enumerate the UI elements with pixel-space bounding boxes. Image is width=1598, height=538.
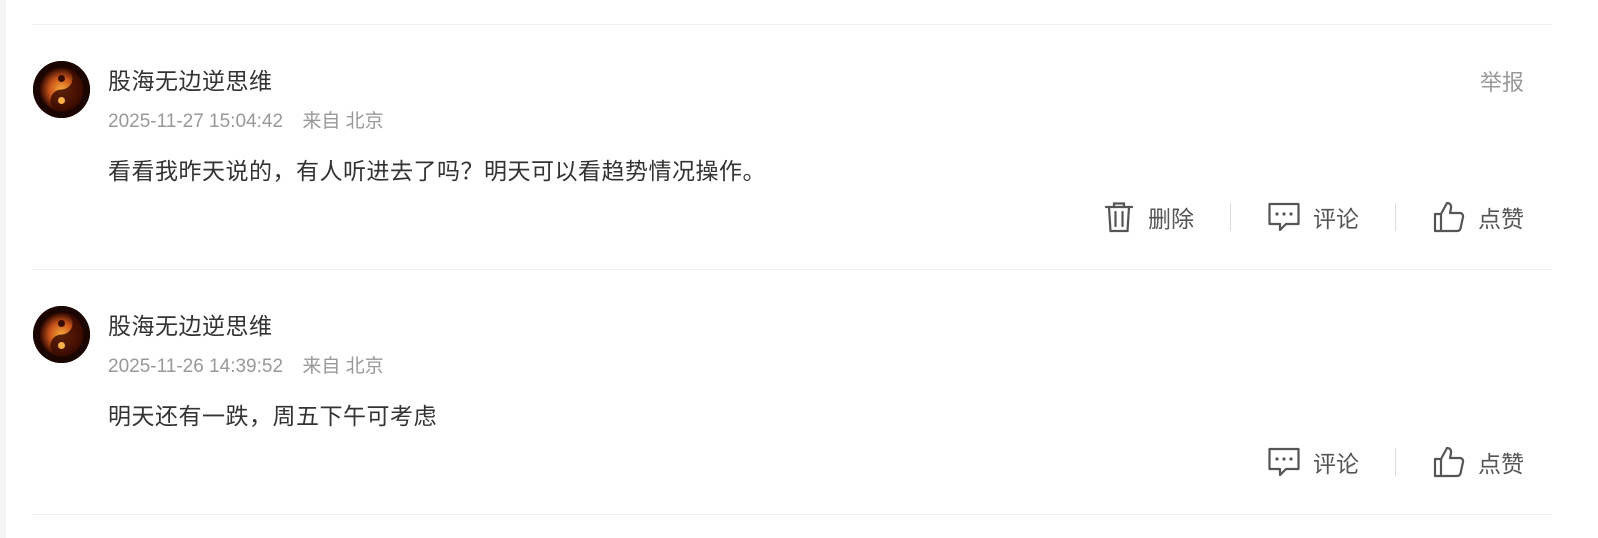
divider xyxy=(32,514,1552,515)
comment-bubble-icon xyxy=(1267,445,1301,479)
report-link[interactable]: 举报 xyxy=(1480,65,1524,97)
like-button[interactable]: 点赞 xyxy=(1432,445,1524,479)
comment-text: 明天还有一跌，周五下午可考虑 xyxy=(108,404,437,430)
reply-label: 评论 xyxy=(1313,207,1359,233)
delete-button[interactable]: 删除 xyxy=(1102,200,1194,234)
thumbs-up-icon xyxy=(1432,200,1466,234)
comment-meta: 2025-11-26 14:39:52 来自 北京 xyxy=(108,351,384,378)
username[interactable]: 股海无边逆思维 xyxy=(108,307,273,341)
avatar[interactable] xyxy=(33,61,90,118)
comment-bubble-icon xyxy=(1267,200,1301,234)
delete-label: 删除 xyxy=(1148,207,1194,233)
reply-label: 评论 xyxy=(1313,452,1359,478)
thumbs-up-icon xyxy=(1432,445,1466,479)
comment-item: 股海无边逆思维 2025-11-27 15:04:42 来自 北京 举报 看看我… xyxy=(0,25,1598,270)
avatar[interactable] xyxy=(33,306,90,363)
comment-actions: 删除 评论 点赞 xyxy=(1102,197,1524,237)
like-button[interactable]: 点赞 xyxy=(1432,200,1524,234)
username[interactable]: 股海无边逆思维 xyxy=(108,62,273,96)
comment-text: 看看我昨天说的，有人听进去了吗？明天可以看趋势情况操作。 xyxy=(108,159,766,185)
like-label: 点赞 xyxy=(1478,207,1524,233)
reply-button[interactable]: 评论 xyxy=(1267,445,1359,479)
action-separator xyxy=(1230,203,1231,231)
comment-list: 股海无边逆思维 2025-11-27 15:04:42 来自 北京 举报 看看我… xyxy=(0,0,1598,538)
reply-button[interactable]: 评论 xyxy=(1267,200,1359,234)
like-label: 点赞 xyxy=(1478,452,1524,478)
location: 来自 北京 xyxy=(302,111,384,132)
comment-actions: 评论 点赞 xyxy=(1267,442,1524,482)
comment-item: 股海无边逆思维 2025-11-26 14:39:52 来自 北京 明天还有一跌… xyxy=(0,270,1598,515)
action-separator xyxy=(1395,203,1396,231)
trash-icon xyxy=(1102,200,1136,234)
timestamp: 2025-11-26 14:39:52 xyxy=(108,356,284,377)
timestamp: 2025-11-27 15:04:42 xyxy=(108,111,284,132)
location: 来自 北京 xyxy=(302,356,384,377)
action-separator xyxy=(1395,448,1396,476)
comment-meta: 2025-11-27 15:04:42 来自 北京 xyxy=(108,106,384,133)
